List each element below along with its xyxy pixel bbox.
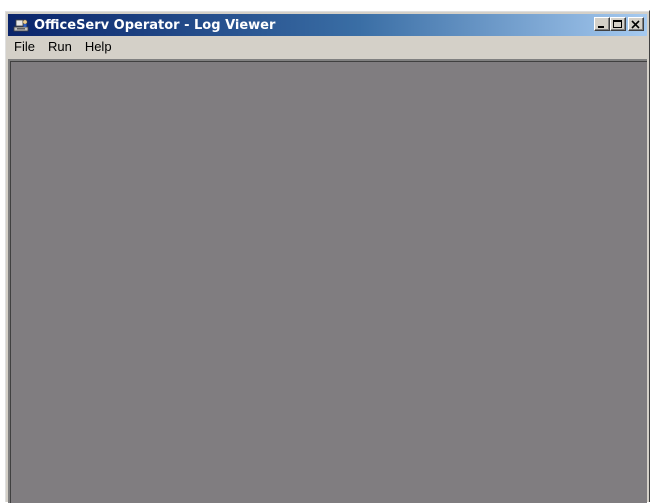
log-viewer-window: OfficeServ Operator - Log Viewer File Ru… (4, 10, 650, 503)
mdi-client-area[interactable] (8, 59, 647, 503)
operator-app-icon (13, 17, 29, 33)
caption-buttons (594, 17, 644, 31)
menu-help[interactable]: Help (79, 37, 119, 57)
menu-file[interactable]: File (8, 37, 42, 57)
title-bar[interactable]: OfficeServ Operator - Log Viewer (8, 14, 647, 36)
minimize-button[interactable] (594, 17, 610, 31)
maximize-icon (613, 20, 622, 28)
menu-run[interactable]: Run (42, 37, 79, 57)
minimize-icon (598, 26, 604, 28)
maximize-button[interactable] (610, 17, 626, 31)
close-icon (631, 20, 640, 29)
close-button[interactable] (628, 17, 644, 31)
menu-bar: File Run Help (8, 37, 647, 57)
window-title: OfficeServ Operator - Log Viewer (34, 17, 276, 33)
